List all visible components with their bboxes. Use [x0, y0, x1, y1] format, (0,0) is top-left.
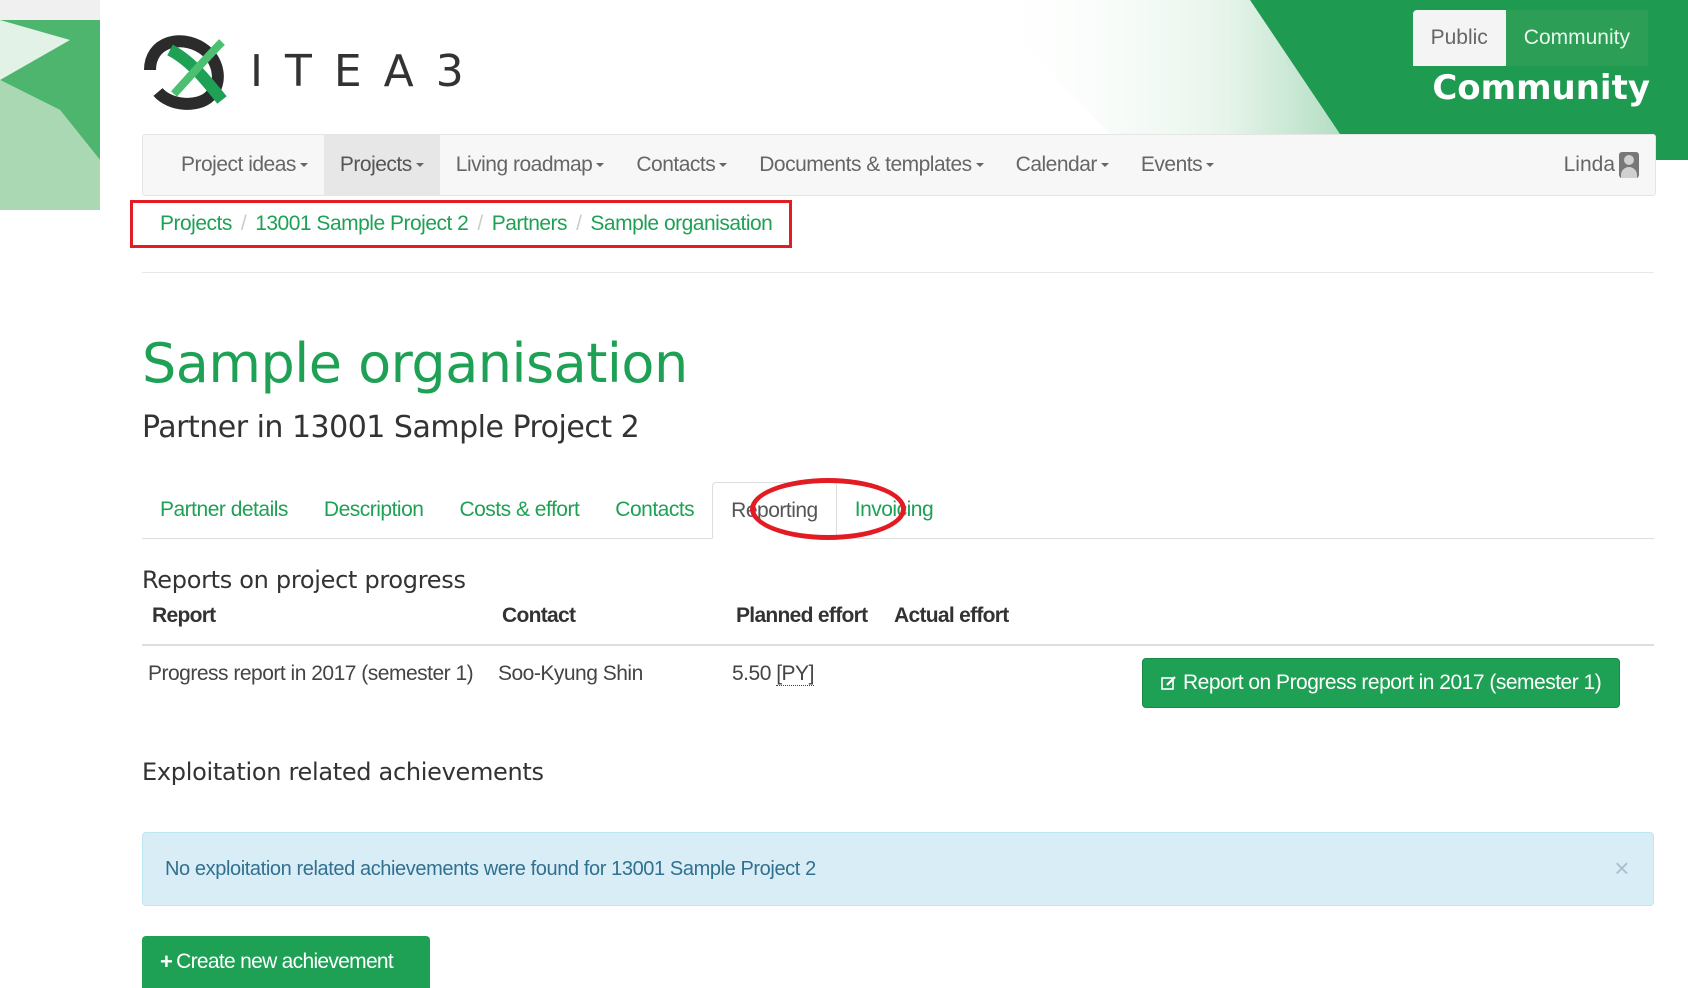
nav-item-label: Project ideas — [181, 153, 296, 176]
nav-item-documents-templates[interactable]: Documents & templates — [743, 135, 999, 195]
nav-item-projects[interactable]: Projects — [323, 135, 440, 195]
divider — [142, 272, 1654, 273]
caret-down-icon — [596, 163, 605, 167]
nav-item-project-ideas[interactable]: Project ideas — [143, 135, 324, 195]
caret-down-icon — [299, 163, 308, 167]
nav-item-label: Events — [1140, 153, 1203, 176]
tab-contacts[interactable]: Contacts — [597, 482, 712, 538]
edit-icon — [1161, 676, 1176, 690]
table-header-divider — [142, 644, 1654, 646]
tab-costs-effort[interactable]: Costs & effort — [441, 482, 597, 538]
community-site-button[interactable]: Community — [1505, 10, 1648, 66]
create-achievement-button[interactable]: + Create new achievement — [142, 936, 430, 988]
reporting-highlight-annotation — [750, 478, 906, 540]
column-header-planned-effort: Planned effort — [736, 604, 868, 627]
cell-planned-effort: 5.50 [PY] — [732, 662, 814, 686]
tab-partner-details[interactable]: Partner details — [142, 482, 306, 538]
user-menu[interactable]: Linda — [1564, 135, 1639, 195]
nav-item-label: Living roadmap — [455, 153, 593, 176]
nav-item-contacts[interactable]: Contacts — [620, 135, 743, 195]
nav-item-label: Documents & templates — [759, 153, 972, 176]
nav-item-label: Contacts — [636, 153, 716, 176]
create-achievement-button-label: Create new achievement — [176, 950, 394, 973]
exploitation-heading: Exploitation related achievements — [142, 758, 544, 786]
main-navbar: Project ideas Projects Living roadmap Co… — [142, 134, 1656, 196]
logo-wordmark: ITEA3 — [250, 46, 486, 97]
caret-down-icon — [1206, 163, 1215, 167]
nav-item-events[interactable]: Events — [1125, 135, 1230, 195]
column-header-actual-effort: Actual effort — [894, 604, 1009, 627]
avatar — [1619, 152, 1639, 178]
caret-down-icon — [1100, 163, 1109, 167]
nav-item-label: Calendar — [1015, 153, 1098, 176]
report-progress-button-label: Report on Progress report in 2017 (semes… — [1183, 671, 1602, 694]
breadcrumb-highlight-annotation — [130, 200, 792, 248]
close-icon[interactable]: × — [1614, 853, 1629, 883]
page-subtitle: Partner in 13001 Sample Project 2 — [142, 410, 640, 445]
page-title: Sample organisation — [142, 332, 688, 395]
page-container: ITEA3 Public Community Community Project… — [100, 0, 1688, 988]
planned-effort-value: 5.50 — [732, 662, 771, 685]
plus-icon: + — [160, 949, 173, 974]
tab-description[interactable]: Description — [306, 482, 442, 538]
caret-down-icon — [719, 163, 728, 167]
no-achievements-alert: No exploitation related achievements wer… — [142, 832, 1654, 906]
user-name: Linda — [1563, 153, 1615, 176]
caret-down-icon — [415, 163, 424, 167]
alert-message: No exploitation related achievements wer… — [165, 857, 816, 880]
nav-item-label: Projects — [339, 153, 412, 176]
cell-report: Progress report in 2017 (semester 1) — [148, 662, 474, 685]
planned-effort-unit: [PY] — [776, 662, 814, 686]
cell-contact: Soo-Kyung Shin — [498, 662, 643, 685]
public-site-button[interactable]: Public — [1412, 10, 1506, 66]
community-title: Community — [1432, 68, 1650, 108]
nav-item-living-roadmap[interactable]: Living roadmap — [440, 135, 621, 195]
caret-down-icon — [975, 163, 984, 167]
reports-heading: Reports on project progress — [142, 566, 466, 594]
nav-item-calendar[interactable]: Calendar — [1000, 135, 1125, 195]
column-header-contact: Contact — [502, 604, 576, 627]
site-switch: Public Community — [1412, 10, 1648, 66]
column-header-report: Report — [152, 604, 216, 627]
report-progress-button[interactable]: Report on Progress report in 2017 (semes… — [1142, 658, 1621, 708]
